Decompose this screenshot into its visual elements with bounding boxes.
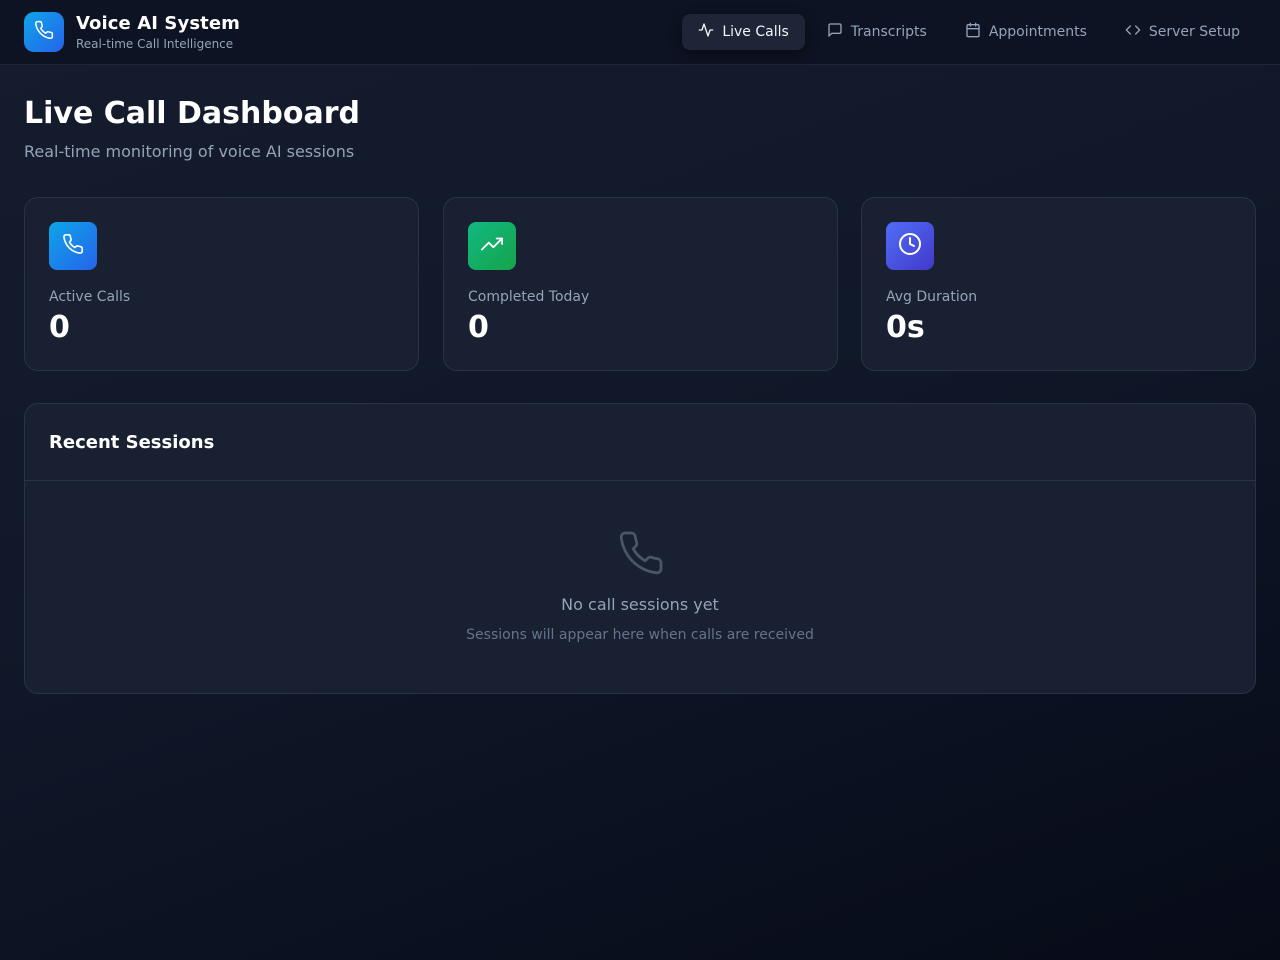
nav-appointments[interactable]: Appointments	[949, 14, 1103, 50]
recent-sessions-panel: Recent Sessions No call sessions yet Ses…	[24, 403, 1256, 694]
nav-server-setup[interactable]: Server Setup	[1109, 14, 1256, 50]
clock-icon	[898, 232, 922, 260]
phone-icon	[34, 20, 54, 44]
stat-label: Active Calls	[49, 289, 131, 305]
stat-value: 0	[49, 310, 70, 345]
stat-card-active-calls: Active Calls 0	[24, 197, 419, 371]
trending-up-icon	[481, 233, 503, 259]
stat-icon-box	[468, 222, 516, 270]
nav-transcripts-label: Transcripts	[850, 24, 927, 40]
activity-icon	[698, 22, 722, 42]
nav-live-calls-label: Live Calls	[722, 24, 789, 40]
stat-icon-box	[886, 222, 934, 270]
stat-value: 0	[468, 310, 489, 345]
code-icon	[1125, 22, 1149, 42]
recent-sessions-title: Recent Sessions	[49, 431, 215, 453]
stat-label: Completed Today	[468, 289, 590, 305]
nav-appointments-label: Appointments	[988, 24, 1087, 40]
phone-icon	[617, 529, 665, 581]
empty-state-subtitle: Sessions will appear here when calls are…	[466, 627, 814, 643]
recent-sessions-header: Recent Sessions	[25, 404, 1255, 481]
page-subtitle: Real-time monitoring of voice AI session…	[24, 142, 355, 161]
message-square-icon	[827, 22, 851, 42]
page-title: Live Call Dashboard	[24, 96, 360, 131]
stat-value: 0s	[886, 310, 925, 345]
nav-transcripts[interactable]: Transcripts	[811, 14, 943, 50]
main-nav: Live Calls Transcripts Appointments Serv…	[676, 14, 1256, 50]
phone-icon	[62, 233, 84, 259]
nav-server-setup-label: Server Setup	[1148, 24, 1240, 40]
nav-live-calls[interactable]: Live Calls	[682, 14, 805, 50]
app-title: Voice AI System	[76, 12, 241, 34]
stat-card-completed-today: Completed Today 0	[443, 197, 838, 371]
brand: Voice AI System Real-time Call Intellige…	[24, 12, 240, 52]
stat-card-avg-duration: Avg Duration 0s	[861, 197, 1256, 371]
app-subtitle: Real-time Call Intelligence	[76, 36, 234, 51]
top-bar: Voice AI System Real-time Call Intellige…	[0, 0, 1280, 65]
stat-icon-box	[49, 222, 97, 270]
empty-state-title: No call sessions yet	[561, 595, 719, 614]
calendar-icon	[965, 22, 989, 42]
brand-logo	[24, 12, 64, 52]
stat-label: Avg Duration	[886, 289, 978, 305]
